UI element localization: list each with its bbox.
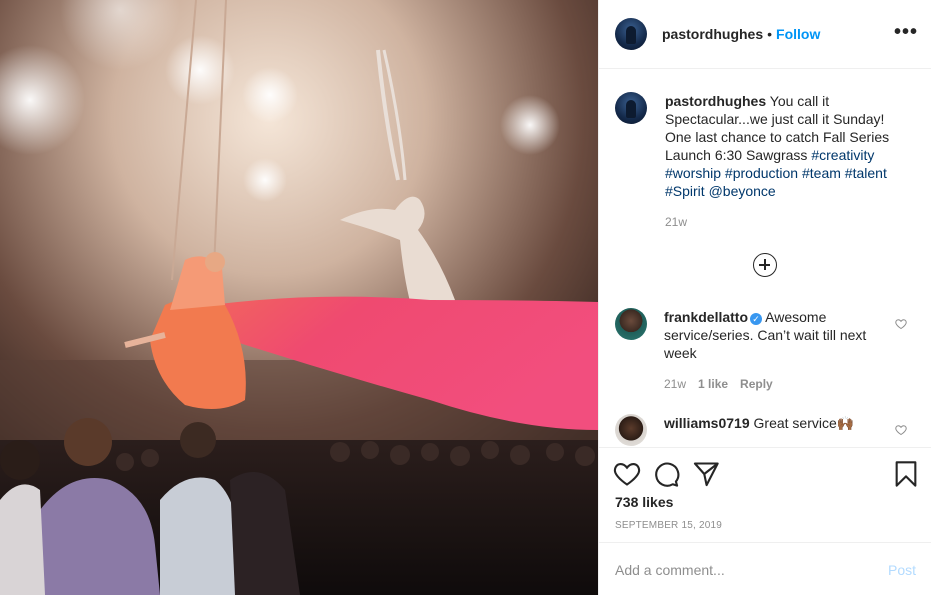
aerial-performance-photo — [0, 0, 598, 595]
comment-age[interactable]: 21w — [664, 377, 686, 391]
post-side-panel: pastordhughes • Follow ••• pastordhughes… — [598, 0, 931, 595]
comments-scroll-area[interactable]: pastordhughes You call it Spectacular...… — [599, 70, 931, 447]
bookmark-icon[interactable] — [892, 460, 920, 488]
hashtag-link[interactable]: #creativity — [811, 147, 874, 163]
send-icon[interactable] — [692, 460, 720, 488]
caption-text: pastordhughes You call it Spectacular...… — [665, 92, 905, 200]
more-horizontal-icon[interactable]: ••• — [894, 22, 918, 42]
comment-item: williams0719 Great service🙌🏾 — [615, 414, 925, 446]
instagram-post: pastordhughes • Follow ••• pastordhughes… — [0, 0, 931, 595]
post-actions: 738 likes SEPTEMBER 15, 2019 — [599, 447, 931, 542]
post-header: pastordhughes • Follow ••• — [599, 0, 931, 69]
comment-text: williams0719 Great service🙌🏾 — [664, 414, 884, 446]
load-more-comments-icon[interactable] — [753, 253, 777, 277]
comment-username[interactable]: frankdellatto — [664, 309, 748, 325]
hashtag-link[interactable]: #Spirit — [665, 183, 705, 199]
follow-button[interactable]: Follow — [776, 26, 820, 42]
caption-username[interactable]: pastordhughes — [665, 93, 766, 109]
post-comment-button[interactable]: Post — [888, 562, 916, 578]
comment-meta: 21w 1 like Reply — [664, 377, 773, 391]
hashtag-link[interactable]: #production — [725, 165, 798, 181]
comment-body: Great service🙌🏾 — [749, 415, 855, 431]
heart-icon[interactable] — [613, 460, 641, 488]
comment-like-heart-icon[interactable] — [895, 318, 907, 330]
caption-author-avatar[interactable] — [615, 92, 647, 124]
commenter-avatar[interactable] — [615, 308, 647, 340]
add-comment-input[interactable] — [615, 559, 865, 581]
comment-item: frankdellatto ✓ Awesome service/series. C… — [615, 308, 925, 362]
hashtag-link[interactable]: #worship — [665, 165, 721, 181]
likes-count[interactable]: 738 likes — [615, 494, 673, 510]
hashtag-link[interactable]: #talent — [845, 165, 887, 181]
comment-text: frankdellatto ✓ Awesome service/series. C… — [664, 308, 884, 362]
post-caption: pastordhughes You call it Spectacular...… — [615, 92, 925, 200]
author-avatar[interactable] — [615, 18, 647, 50]
post-date[interactable]: SEPTEMBER 15, 2019 — [615, 520, 722, 531]
post-photo[interactable] — [0, 0, 598, 595]
author-username[interactable]: pastordhughes — [662, 26, 763, 42]
verified-badge-icon: ✓ — [750, 313, 763, 325]
mention-link[interactable]: @beyonce — [709, 183, 776, 199]
comment-username[interactable]: williams0719 — [664, 415, 750, 431]
hashtag-link[interactable]: #team — [802, 165, 841, 181]
reply-button[interactable]: Reply — [740, 377, 773, 391]
comment-icon[interactable] — [652, 460, 680, 488]
commenter-avatar[interactable] — [615, 414, 647, 446]
add-comment-bar: Post — [599, 542, 931, 595]
header-separator: • — [767, 26, 773, 42]
comment-like-heart-icon[interactable] — [895, 424, 907, 436]
caption-age[interactable]: 21w — [665, 215, 687, 229]
comment-likes[interactable]: 1 like — [698, 377, 728, 391]
